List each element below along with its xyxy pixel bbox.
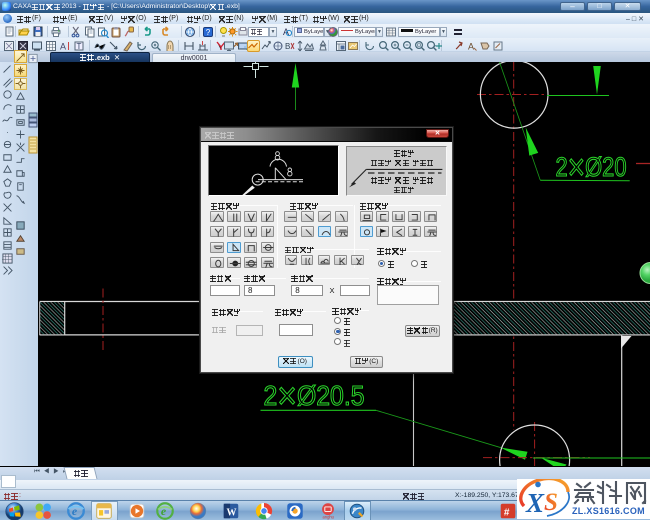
svg-text:B: B — [285, 42, 290, 51]
svg-text:anghu: anghu — [323, 514, 334, 519]
svg-text:W: W — [226, 508, 236, 519]
svg-text:A: A — [468, 42, 474, 52]
svg-text:T: T — [77, 42, 82, 51]
svg-text:e: e — [72, 504, 77, 518]
svg-text:#: # — [504, 508, 510, 519]
svg-text:2×Ø20: 2×Ø20 — [556, 146, 627, 187]
svg-text:e: e — [161, 504, 166, 518]
svg-text:?: ? — [206, 28, 211, 37]
svg-text:A: A — [60, 42, 66, 52]
svg-text:S: S — [544, 489, 558, 516]
svg-text:X: X — [525, 488, 545, 518]
svg-text:2×Ø20.5: 2×Ø20.5 — [264, 376, 365, 418]
